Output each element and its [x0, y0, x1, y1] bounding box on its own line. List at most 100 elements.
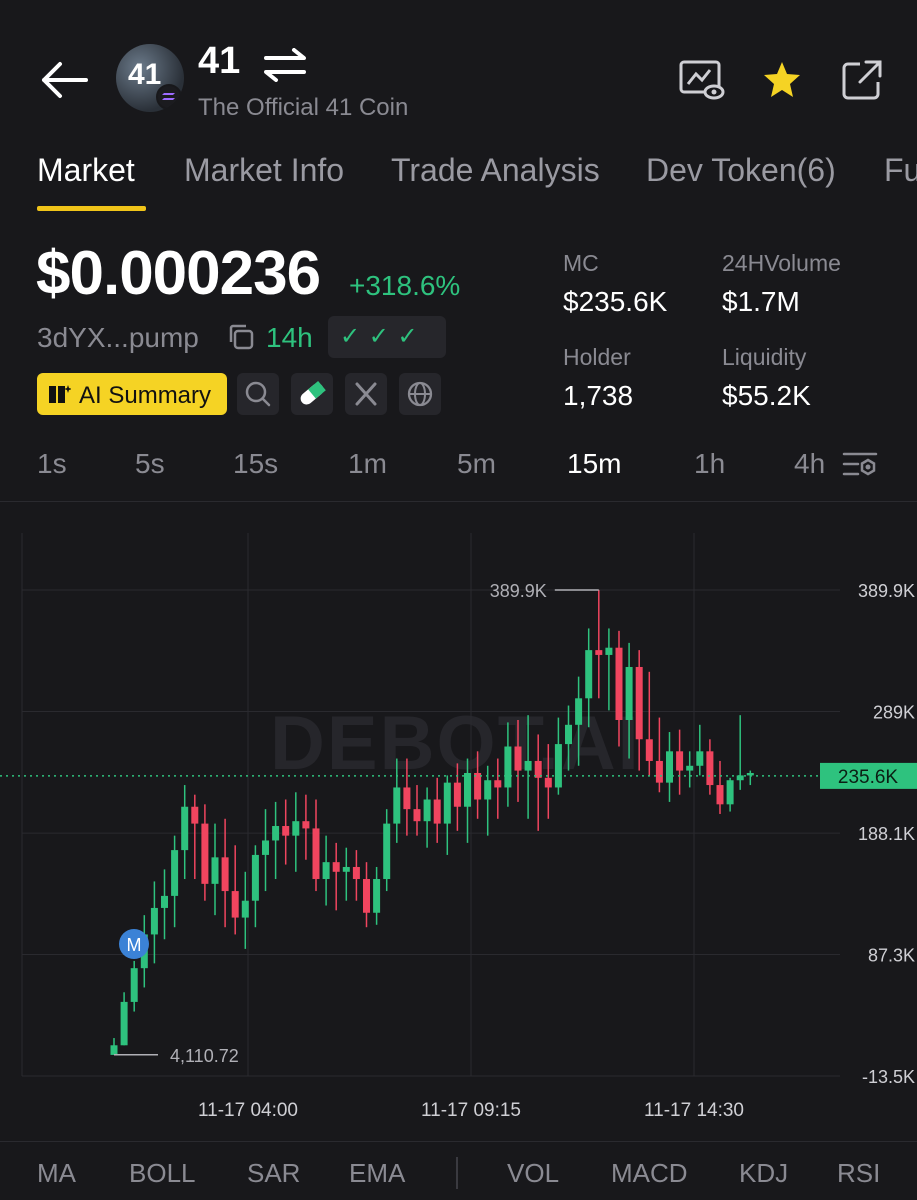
candle-body: [161, 895, 168, 908]
website-button[interactable]: [399, 373, 441, 415]
y-axis-label: -13.5K: [862, 1067, 915, 1087]
token-symbol: 41: [198, 40, 241, 82]
candle-body: [272, 826, 280, 841]
indicator-ma[interactable]: MA: [37, 1158, 76, 1189]
mc-value: $235.6K: [563, 286, 668, 317]
copy-icon[interactable]: [226, 322, 256, 352]
candle-body: [241, 900, 249, 918]
candle-body: [726, 780, 734, 805]
candles: [110, 589, 754, 1055]
candle-body: [746, 773, 754, 776]
candle-body: [464, 773, 471, 807]
candle-body: [494, 780, 502, 788]
candle-body: [181, 806, 189, 851]
candle-body: [373, 879, 381, 913]
indicator-divider: [456, 1157, 458, 1189]
timeframe-5s[interactable]: 5s: [135, 448, 165, 480]
candle-body: [585, 650, 593, 699]
indicator-sar[interactable]: SAR: [247, 1158, 300, 1189]
marker-letter: M: [127, 935, 142, 955]
candle-body: [655, 760, 663, 783]
token-age: 14h: [266, 322, 313, 353]
candle-body: [645, 739, 653, 761]
x-axis-label: 11-17 04:00: [198, 1100, 298, 1121]
candle-body: [332, 862, 340, 872]
candle-body: [474, 773, 482, 800]
candle-body: [383, 823, 391, 880]
volume-value: $1.7M: [722, 286, 800, 317]
candle-body: [191, 806, 199, 824]
timeframe-1s[interactable]: 1s: [37, 448, 67, 480]
candle-body: [282, 826, 290, 836]
candle-body: [130, 968, 138, 1002]
candle-body: [211, 857, 219, 884]
x-twitter-button[interactable]: [345, 373, 387, 415]
candle-body: [322, 862, 330, 880]
candle-body: [342, 866, 350, 872]
candle-body: [231, 891, 239, 918]
ai-summary-button[interactable]: AI Summary: [37, 373, 227, 415]
candle-body: [524, 760, 532, 771]
price-change: +318.6%: [349, 270, 461, 301]
indicator-ema[interactable]: EMA: [349, 1158, 405, 1189]
candle-body: [565, 724, 572, 745]
y-axis-label: 389.9K: [858, 581, 915, 601]
holder-value: 1,738: [563, 380, 634, 411]
timeframe-5m[interactable]: 5m: [457, 448, 496, 480]
search-icon: [245, 381, 271, 407]
solana-chain-icon: [156, 84, 182, 110]
candle-body: [363, 879, 370, 913]
active-tab-indicator: [37, 206, 146, 211]
swap-icon[interactable]: [262, 48, 308, 82]
candle-body: [605, 647, 613, 655]
tab-more[interactable]: Fu: [884, 152, 917, 189]
candle-body: [706, 751, 714, 786]
timeframe-4h[interactable]: 4h: [794, 448, 825, 480]
security-checks-badge: ✓ ✓ ✓: [328, 316, 446, 358]
mc-label: MC: [563, 250, 599, 276]
indicator-kdj[interactable]: KDJ: [739, 1158, 788, 1189]
tab-market[interactable]: Market: [37, 152, 135, 189]
tab-dev-token[interactable]: Dev Token(6): [646, 152, 836, 189]
divider: [0, 1141, 917, 1142]
candle-body: [201, 823, 209, 884]
globe-icon: [407, 381, 433, 407]
check-icons: ✓ ✓ ✓: [340, 323, 419, 350]
indicator-boll[interactable]: BOLL: [129, 1158, 196, 1189]
timeframe-1m[interactable]: 1m: [348, 448, 387, 480]
tab-trade-analysis[interactable]: Trade Analysis: [391, 152, 600, 189]
candle-body: [433, 799, 441, 824]
y-axis-label: 289K: [873, 703, 915, 723]
candlestick-chart[interactable]: 235.6K 389.9K 4,110.72 M 389.9K 289K 188.1…: [0, 503, 917, 1140]
migration-marker[interactable]: M: [119, 929, 149, 959]
candle-body: [696, 751, 704, 766]
indicator-vol[interactable]: VOL: [507, 1158, 559, 1189]
candle-body: [302, 821, 310, 829]
search-button[interactable]: [237, 373, 279, 415]
candle-body: [262, 840, 269, 855]
token-avatar: 41: [116, 44, 184, 112]
pump-pill-button[interactable]: [291, 373, 333, 415]
candle-body: [666, 751, 673, 783]
share-icon[interactable]: [838, 58, 886, 102]
ai-summary-label: AI Summary: [79, 382, 212, 409]
pill-icon: [300, 381, 326, 405]
tab-market-info[interactable]: Market Info: [184, 152, 344, 189]
candle-body: [635, 666, 643, 740]
candle-body: [554, 744, 562, 788]
x-axis-label: 11-17 09:15: [421, 1100, 521, 1121]
star-icon[interactable]: [758, 58, 806, 102]
token-name: The Official 41 Coin: [198, 94, 409, 121]
candle-body: [736, 775, 744, 781]
indicator-macd[interactable]: MACD: [611, 1158, 688, 1189]
watchlist-eye-icon[interactable]: [678, 58, 726, 102]
indicator-rsi[interactable]: RSI: [837, 1158, 880, 1189]
candle-body: [504, 746, 512, 788]
timeframe-1h[interactable]: 1h: [694, 448, 725, 480]
back-arrow-icon[interactable]: [36, 58, 92, 102]
chart-settings-icon[interactable]: [840, 444, 880, 484]
liquidity-value: $55.2K: [722, 380, 811, 411]
timeframe-15s[interactable]: 15s: [233, 448, 278, 480]
token-price: $0.000236: [36, 239, 321, 308]
timeframe-15m[interactable]: 15m: [567, 448, 621, 480]
